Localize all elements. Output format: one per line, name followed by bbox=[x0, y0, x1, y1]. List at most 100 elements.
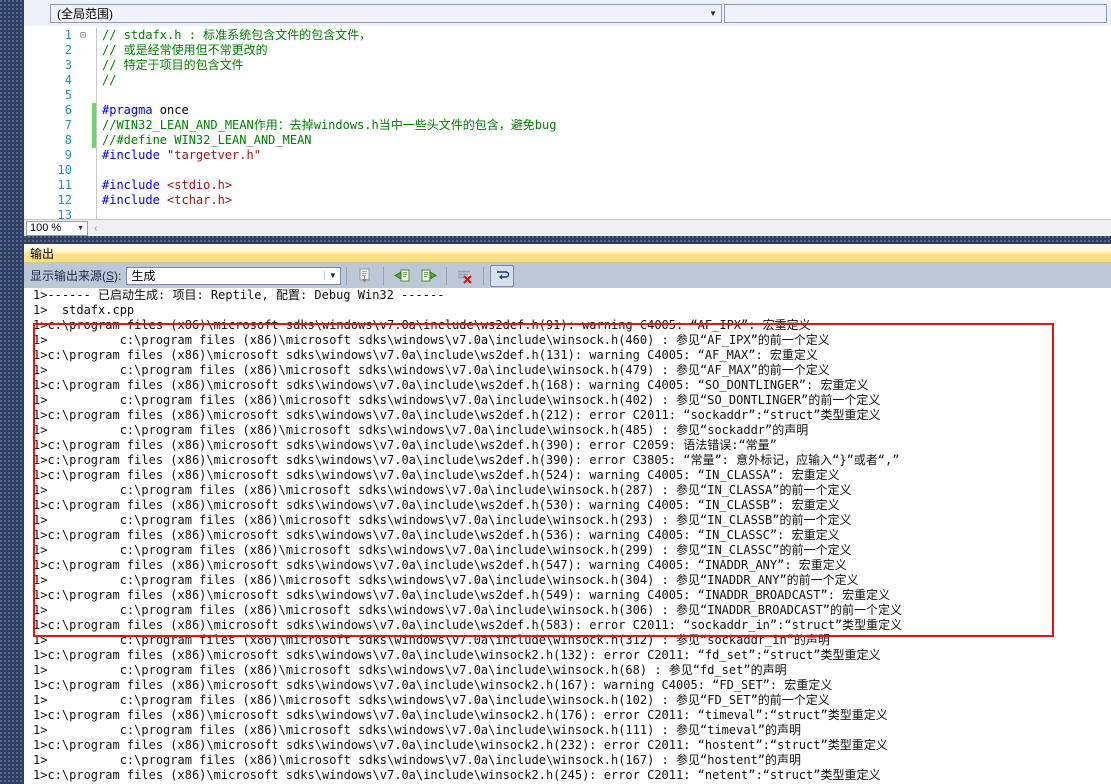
toolbar-separator bbox=[446, 266, 448, 285]
line-number: 6 bbox=[64, 103, 72, 117]
code-line: 11 #include <stdio.h> bbox=[24, 178, 1111, 193]
code-token: // 特定于项目的包含文件 bbox=[102, 58, 244, 72]
output-pane-title: 输出 bbox=[30, 246, 55, 261]
output-line[interactable]: 1>c:\program files (x86)\microsoft sdks\… bbox=[24, 588, 1111, 603]
output-line[interactable]: 1>c:\program files (x86)\microsoft sdks\… bbox=[24, 708, 1111, 723]
unsaved-change-marker bbox=[92, 103, 96, 118]
scope-dropdown[interactable]: (全局范围) ▼ bbox=[50, 4, 722, 23]
output-line[interactable]: 1>c:\program files (x86)\microsoft sdks\… bbox=[24, 528, 1111, 543]
code-line-text: //#define WIN32_LEAN_AND_MEAN bbox=[102, 133, 312, 148]
code-line-text: // bbox=[102, 73, 116, 88]
code-token: // bbox=[102, 73, 117, 87]
code-token: #include bbox=[102, 148, 160, 162]
output-pane: 输出 显示输出来源(S): 生成 ▼ 1>------ 已启动生成: 项目: R… bbox=[24, 244, 1111, 784]
code-line: 10 bbox=[24, 163, 1111, 178]
output-line[interactable]: 1> c:\program files (x86)\microsoft sdks… bbox=[24, 393, 1111, 408]
output-line[interactable]: 1> c:\program files (x86)\microsoft sdks… bbox=[24, 723, 1111, 738]
output-line[interactable]: 1> c:\program files (x86)\microsoft sdks… bbox=[24, 513, 1111, 528]
visual-studio-window: (全局范围) ▼ 1 ⊟// stdafx.h : 标准系统包含文件的包含文件， 2… bbox=[0, 0, 1111, 784]
zoom-level-selector[interactable]: 100 % ▼ bbox=[26, 220, 88, 236]
code-line: 12 #include <tchar.h> bbox=[24, 193, 1111, 208]
fold-toggle-icon[interactable]: ⊟ bbox=[78, 28, 88, 43]
code-editor[interactable]: 1 ⊟ // stdafx.h : 标准系统包含文件的包含文件， 2 // 或是经常使用… bbox=[24, 28, 1111, 219]
code-token: #include bbox=[102, 178, 160, 192]
code-line-text: //WIN32_LEAN_AND_MEAN作用：去掉windows.h当中一些头… bbox=[102, 118, 556, 133]
chevron-down-icon[interactable]: ▼ bbox=[705, 5, 721, 22]
output-line[interactable]: 1>c:\program files (x86)\microsoft sdks\… bbox=[24, 438, 1111, 453]
left-dock-gutter bbox=[0, 0, 24, 784]
output-line[interactable]: 1> c:\program files (x86)\microsoft sdks… bbox=[24, 603, 1111, 618]
code-line: 13 bbox=[24, 208, 1111, 219]
code-line-text: // 或是经常使用但不常更改的 bbox=[102, 43, 268, 58]
code-token: // stdafx.h : 标准系统包含文件的包含文件， bbox=[102, 28, 372, 42]
go-to-previous-message-icon[interactable] bbox=[390, 265, 414, 287]
output-line[interactable]: 1> c:\program files (x86)\microsoft sdks… bbox=[24, 663, 1111, 678]
output-line[interactable]: 1>c:\program files (x86)\microsoft sdks\… bbox=[24, 558, 1111, 573]
line-number: 5 bbox=[64, 88, 72, 102]
output-line[interactable]: 1>c:\program files (x86)\microsoft sdks\… bbox=[24, 453, 1111, 468]
output-line[interactable]: 1>c:\program files (x86)\microsoft sdks\… bbox=[24, 768, 1111, 783]
code-token: #pragma bbox=[102, 103, 153, 117]
code-line: 1 ⊟ // stdafx.h : 标准系统包含文件的包含文件， bbox=[24, 28, 1111, 43]
chevron-down-icon[interactable]: ▼ bbox=[77, 225, 84, 232]
pane-splitter[interactable] bbox=[0, 236, 1111, 244]
code-line: 6 #pragma once bbox=[24, 103, 1111, 118]
output-line[interactable]: 1> c:\program files (x86)\microsoft sdks… bbox=[24, 423, 1111, 438]
code-line: 9 #include "targetver.h" bbox=[24, 148, 1111, 163]
output-line[interactable]: 1>c:\program files (x86)\microsoft sdks\… bbox=[24, 408, 1111, 423]
code-line-text: // 特定于项目的包含文件 bbox=[102, 58, 244, 73]
code-line: 4 // bbox=[24, 73, 1111, 88]
code-line: 3 // 特定于项目的包含文件 bbox=[24, 58, 1111, 73]
output-line[interactable]: 1>c:\program files (x86)\microsoft sdks\… bbox=[24, 648, 1111, 663]
output-line[interactable]: 1>------ 已启动生成: 项目: Reptile, 配置: Debug W… bbox=[24, 288, 1111, 303]
go-to-next-message-icon[interactable] bbox=[416, 265, 440, 287]
code-line: 7 //WIN32_LEAN_AND_MEAN作用：去掉windows.h当中一些… bbox=[24, 118, 1111, 133]
clear-all-icon[interactable] bbox=[453, 265, 477, 287]
code-token: <stdio.h> bbox=[167, 178, 233, 192]
output-line[interactable]: 1>c:\program files (x86)\microsoft sdks\… bbox=[24, 738, 1111, 753]
code-token: #include bbox=[102, 193, 160, 207]
chevron-left-icon[interactable]: ‹ bbox=[94, 223, 97, 234]
output-line[interactable]: 1>c:\program files (x86)\microsoft sdks\… bbox=[24, 678, 1111, 693]
output-source-value: 生成 bbox=[131, 269, 156, 283]
line-number: 12 bbox=[57, 193, 72, 207]
line-number: 7 bbox=[64, 118, 72, 132]
scope-dropdown-value: (全局范围) bbox=[57, 7, 113, 21]
output-source-label-key: S bbox=[106, 269, 115, 283]
code-token: once bbox=[152, 103, 189, 117]
find-message-in-code-icon[interactable] bbox=[353, 265, 377, 287]
output-source-dropdown[interactable]: 生成 ▼ bbox=[126, 266, 342, 285]
toolbar-separator bbox=[346, 266, 348, 285]
output-line[interactable]: 1>c:\program files (x86)\microsoft sdks\… bbox=[24, 348, 1111, 363]
unsaved-change-marker bbox=[92, 133, 96, 148]
output-line[interactable]: 1> c:\program files (x86)\microsoft sdks… bbox=[24, 693, 1111, 708]
code-token: "targetver.h" bbox=[167, 148, 261, 162]
output-line[interactable]: 1>c:\program files (x86)\microsoft sdks\… bbox=[24, 378, 1111, 393]
member-dropdown[interactable] bbox=[724, 4, 1107, 23]
code-token: <tchar.h> bbox=[167, 193, 233, 207]
code-line: 5 bbox=[24, 88, 1111, 103]
output-pane-title-bar: 输出 bbox=[24, 244, 1111, 263]
output-line[interactable]: 1> c:\program files (x86)\microsoft sdks… bbox=[24, 753, 1111, 768]
output-text-area[interactable]: 1>------ 已启动生成: 项目: Reptile, 配置: Debug W… bbox=[24, 288, 1111, 784]
output-line[interactable]: 1> c:\program files (x86)\microsoft sdks… bbox=[24, 573, 1111, 588]
toggle-word-wrap-icon[interactable] bbox=[490, 264, 515, 287]
line-number: 9 bbox=[64, 148, 72, 162]
output-line[interactable]: 1>c:\program files (x86)\microsoft sdks\… bbox=[24, 498, 1111, 513]
line-number: 3 bbox=[64, 58, 72, 72]
output-line[interactable]: 1>c:\program files (x86)\microsoft sdks\… bbox=[24, 618, 1111, 633]
output-line[interactable]: 1> c:\program files (x86)\microsoft sdks… bbox=[24, 483, 1111, 498]
code-token: //WIN32_LEAN_AND_MEAN作用：去掉windows.h当中一些头… bbox=[102, 118, 557, 132]
line-number: 10 bbox=[57, 163, 72, 177]
code-line-text: #pragma once bbox=[102, 103, 189, 118]
output-line[interactable]: 1> stdafx.cpp bbox=[24, 303, 1111, 318]
output-line[interactable]: 1>c:\program files (x86)\microsoft sdks\… bbox=[24, 468, 1111, 483]
chevron-down-icon[interactable]: ▼ bbox=[324, 271, 340, 280]
output-line[interactable]: 1> c:\program files (x86)\microsoft sdks… bbox=[24, 333, 1111, 348]
output-line[interactable]: 1> c:\program files (x86)\microsoft sdks… bbox=[24, 633, 1111, 648]
output-line[interactable]: 1> c:\program files (x86)\microsoft sdks… bbox=[24, 363, 1111, 378]
output-line[interactable]: 1>c:\program files (x86)\microsoft sdks\… bbox=[24, 318, 1111, 333]
output-line[interactable]: 1> c:\program files (x86)\microsoft sdks… bbox=[24, 543, 1111, 558]
